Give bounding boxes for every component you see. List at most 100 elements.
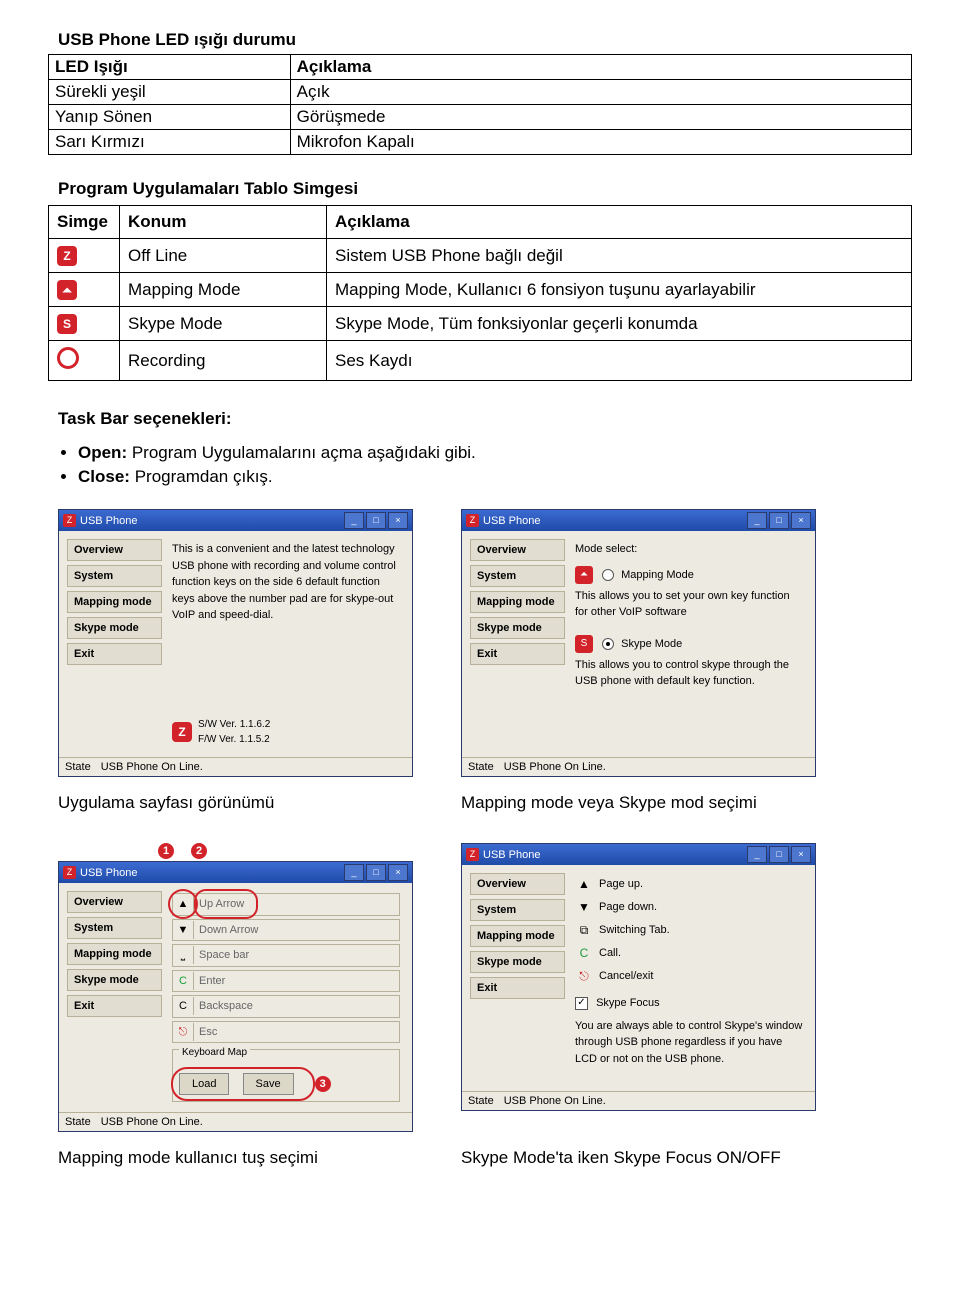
mapping-icon: ⏶	[57, 280, 77, 300]
skype-label: Skype Mode	[621, 637, 682, 649]
menu-overview[interactable]: Overview	[67, 539, 162, 561]
skype-icon: S	[575, 635, 593, 653]
skype-focus-checkbox[interactable]: ✓	[575, 997, 588, 1010]
skype-row: ▼Page down.	[575, 898, 803, 916]
skype-label: Page down.	[599, 899, 657, 916]
menu-mapping[interactable]: Mapping mode	[67, 591, 162, 613]
sim-konum: Skype Mode	[120, 307, 327, 341]
mapping-desc: This allows you to set your own key func…	[575, 588, 803, 621]
key-row[interactable]: ▼Down Arrow	[172, 919, 400, 942]
call-icon: C	[575, 944, 593, 962]
esc-icon: ⎋	[173, 1023, 194, 1041]
backspace-icon: C	[173, 997, 194, 1015]
skype-row: ⧉Switching Tab.	[575, 921, 803, 939]
sim-title: Program Uygulamaları Tablo Simgesi	[48, 179, 912, 199]
key-label: Space bar	[194, 945, 399, 966]
window-title: USB Phone	[483, 849, 540, 861]
state-label: State	[65, 761, 91, 773]
key-row[interactable]: CBackspace	[172, 995, 400, 1018]
key-row[interactable]: ⎵Space bar	[172, 944, 400, 967]
screenshot-overview: Z USB Phone _ □ × Overview System Mappin…	[58, 509, 413, 777]
maximize-button[interactable]: □	[769, 512, 789, 529]
sim-row: Z Off Line Sistem USB Phone bağlı değil	[49, 239, 912, 273]
menu-exit[interactable]: Exit	[67, 643, 162, 665]
highlight-3	[171, 1067, 315, 1101]
key-row[interactable]: ⎋Esc	[172, 1021, 400, 1044]
sim-row: S Skype Mode Skype Mode, Tüm fonksiyonla…	[49, 307, 912, 341]
screenshot-mode-select: Z USB Phone _ □ × Overview System Mappin…	[461, 509, 816, 777]
skype-icon: S	[57, 314, 77, 334]
led-cell: Mikrofon Kapalı	[290, 130, 911, 155]
highlight-2	[194, 889, 258, 919]
caption-skype-focus: Skype Mode'ta iken Skype Focus ON/OFF	[461, 1148, 816, 1168]
sw-value: 1.1.6.2	[240, 719, 271, 730]
menu-exit[interactable]: Exit	[470, 977, 565, 999]
led-cell: Sarı Kırmızı	[49, 130, 291, 155]
close-button[interactable]: ×	[388, 512, 408, 529]
sim-konum: Off Line	[120, 239, 327, 273]
sim-table: Simge Konum Açıklama Z Off Line Sistem U…	[48, 205, 912, 381]
key-row[interactable]: CEnter	[172, 970, 400, 993]
menu-skype[interactable]: Skype mode	[67, 617, 162, 639]
state-value: USB Phone On Line.	[504, 1095, 606, 1107]
mapping-radio[interactable]	[602, 569, 614, 581]
menu-system[interactable]: System	[470, 565, 565, 587]
menu-skype[interactable]: Skype mode	[67, 969, 162, 991]
titlebar: Z USB Phone _ □ ×	[59, 510, 412, 531]
menu-mapping[interactable]: Mapping mode	[470, 591, 565, 613]
screenshot-skype-mode: Z USB Phone _ □ × Overview System Mappin…	[461, 843, 816, 1132]
skype-focus-desc: You are always able to control Skype's w…	[575, 1018, 803, 1068]
close-button[interactable]: ×	[388, 864, 408, 881]
menu-system[interactable]: System	[470, 899, 565, 921]
skype-label: Page up.	[599, 876, 643, 893]
maximize-button[interactable]: □	[366, 512, 386, 529]
minimize-button[interactable]: _	[344, 512, 364, 529]
menu-overview[interactable]: Overview	[470, 873, 565, 895]
maximize-button[interactable]: □	[366, 864, 386, 881]
menu-system[interactable]: System	[67, 917, 162, 939]
menu-system[interactable]: System	[67, 565, 162, 587]
minimize-button[interactable]: _	[747, 846, 767, 863]
led-header-right: Açıklama	[290, 55, 911, 80]
menu-overview[interactable]: Overview	[67, 891, 162, 913]
badge-2: 2	[191, 843, 207, 859]
skype-label: Cancel/exit	[599, 968, 653, 985]
skype-row: ▲ Page up.	[575, 875, 803, 893]
close-button[interactable]: ×	[791, 512, 811, 529]
task-list: Open: Program Uygulamalarını açma aşağıd…	[78, 443, 912, 487]
up-arrow-icon: ▲	[575, 875, 593, 893]
minimize-button[interactable]: _	[344, 864, 364, 881]
sim-h3: Açıklama	[327, 206, 912, 239]
close-label: Close:	[78, 467, 130, 486]
maximize-button[interactable]: □	[769, 846, 789, 863]
mode-select-label: Mode select:	[575, 541, 803, 558]
menu-overview[interactable]: Overview	[470, 539, 565, 561]
side-menu: Overview System Mapping mode Skype mode …	[67, 539, 162, 749]
window-title: USB Phone	[483, 515, 540, 527]
menu-skype[interactable]: Skype mode	[470, 951, 565, 973]
keyboard-map-box: Keyboard Map Load Save 3	[172, 1049, 400, 1102]
menu-exit[interactable]: Exit	[67, 995, 162, 1017]
caption-overview: Uygulama sayfası görünümü	[58, 793, 413, 813]
space-icon: ⎵	[173, 946, 194, 964]
sim-konum: Mapping Mode	[120, 273, 327, 307]
led-header-left: LED Işığı	[49, 55, 291, 80]
state-label: State	[468, 1095, 494, 1107]
menu-exit[interactable]: Exit	[470, 643, 565, 665]
menu-mapping[interactable]: Mapping mode	[67, 943, 162, 965]
badge-3: 3	[315, 1076, 331, 1092]
close-button[interactable]: ×	[791, 846, 811, 863]
open-label: Open:	[78, 443, 127, 462]
tab-icon: ⧉	[575, 921, 593, 939]
state-label: State	[468, 761, 494, 773]
window-title: USB Phone	[80, 867, 137, 879]
led-cell: Görüşmede	[290, 105, 911, 130]
menu-mapping[interactable]: Mapping mode	[470, 925, 565, 947]
screenshot-mapping-keys: 1 2 Z USB Phone _ □ × Overview System Ma…	[58, 843, 413, 1132]
menu-skype[interactable]: Skype mode	[470, 617, 565, 639]
led-cell: Yanıp Sönen	[49, 105, 291, 130]
minimize-button[interactable]: _	[747, 512, 767, 529]
key-label: Enter	[194, 971, 399, 992]
skype-radio[interactable]	[602, 638, 614, 650]
mapping-label: Mapping Mode	[621, 568, 694, 580]
